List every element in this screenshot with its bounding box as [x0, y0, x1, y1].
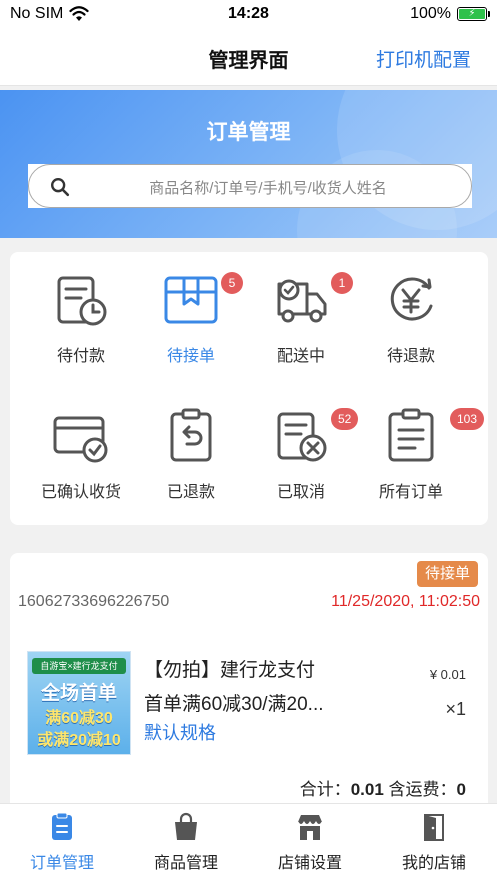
tab-label: 订单管理: [29, 855, 94, 872]
product-name: 【勿拍】建行龙支付: [144, 660, 316, 681]
nav-bar: 管理界面 打印机配置: [0, 30, 497, 86]
status-pending-accept[interactable]: 5 待接单: [136, 254, 246, 365]
status-right: 100% ⚡: [410, 5, 490, 23]
confirmed-receipt-icon: [53, 416, 108, 463]
order-total: 合计：0.01 含运费：0: [299, 780, 466, 799]
status-label: 待接单: [166, 348, 215, 365]
search-input[interactable]: 商品名称/订单号/手机号/收货人姓名: [28, 164, 472, 208]
status-label: 所有订单: [378, 484, 443, 501]
status-cancelled[interactable]: 52 已取消: [246, 390, 359, 501]
product-spec: 默认规格: [144, 723, 216, 743]
status-pending-refund[interactable]: 待退款: [356, 254, 466, 365]
search-placeholder: 商品名称/订单号/手机号/收货人姓名: [149, 180, 387, 197]
battery-percent: 100%: [410, 5, 451, 22]
pending-payment-icon: [57, 276, 107, 326]
product-image: 自游宝×建行龙支付 全场首单 满60减30 或满20减10: [27, 651, 131, 755]
order-status-grid: 待付款 5 待接单 1 配送中 待退款 已确认收货 已退款 52 已取消 103…: [10, 252, 488, 525]
search-bar[interactable]: 商品名称/订单号/手机号/收货人姓名: [28, 164, 472, 208]
status-delivering[interactable]: 1 配送中: [246, 254, 356, 365]
count-badge: 1: [331, 272, 353, 294]
status-label: 已确认收货: [40, 484, 121, 501]
order-time: 11/25/2020, 11:02:50: [331, 593, 480, 610]
status-refunded[interactable]: 已退款: [136, 390, 246, 501]
status-label: 已退款: [166, 484, 215, 501]
header-banner: 订单管理 商品名称/订单号/手机号/收货人姓名: [0, 90, 497, 238]
order-number: 16062733696226750: [18, 593, 170, 610]
status-label: 待退款: [386, 348, 435, 365]
order-status-tag: 待接单: [416, 561, 478, 587]
product-quantity: ×1: [445, 699, 466, 719]
count-badge: 103: [450, 408, 485, 430]
count-badge: 5: [221, 272, 243, 294]
all-orders-icon: [388, 408, 434, 462]
tab-order-management[interactable]: 订单管理: [0, 804, 124, 883]
tab-my-store[interactable]: 我的店铺: [372, 804, 496, 883]
tab-label: 我的店铺: [401, 855, 466, 872]
status-bar: No SIM 14:28 100% ⚡: [0, 0, 497, 30]
battery-icon: ⚡: [457, 7, 490, 21]
status-label: 待付款: [56, 348, 105, 365]
product-price: ¥ 0.01: [429, 667, 466, 682]
tab-label: 店铺设置: [277, 855, 342, 872]
status-label: 配送中: [276, 348, 325, 365]
status-all-orders[interactable]: 103 所有订单: [356, 390, 485, 501]
door-icon: [424, 814, 444, 841]
order-card[interactable]: 待接单 16062733696226750 11/25/2020, 11:02:…: [10, 553, 488, 813]
pending-accept-icon: [164, 276, 218, 324]
bottom-tab-bar: 订单管理 商品管理 店铺设置 我的店铺: [0, 803, 497, 883]
tab-label: 商品管理: [153, 855, 218, 872]
status-confirmed-receipt[interactable]: 已确认收货: [26, 390, 136, 501]
printer-config-button[interactable]: 打印机配置: [376, 45, 471, 72]
count-badge: 52: [331, 408, 359, 430]
cancelled-icon: [277, 412, 327, 462]
order-clipboard-icon: [52, 812, 72, 840]
status-pending-payment[interactable]: 待付款: [26, 254, 136, 365]
status-label: 已取消: [276, 484, 325, 501]
tab-product-management[interactable]: 商品管理: [124, 804, 248, 883]
pending-refund-icon: [390, 277, 433, 321]
banner-title: 订单管理: [206, 121, 291, 144]
store-icon: [297, 815, 323, 840]
tab-store-settings[interactable]: 店铺设置: [248, 804, 372, 883]
refunded-icon: [170, 408, 212, 462]
shopping-bag-icon: [175, 812, 197, 840]
delivery-truck-icon: [277, 279, 327, 323]
product-name-line2: 首单满60减30/满20...: [144, 694, 324, 715]
